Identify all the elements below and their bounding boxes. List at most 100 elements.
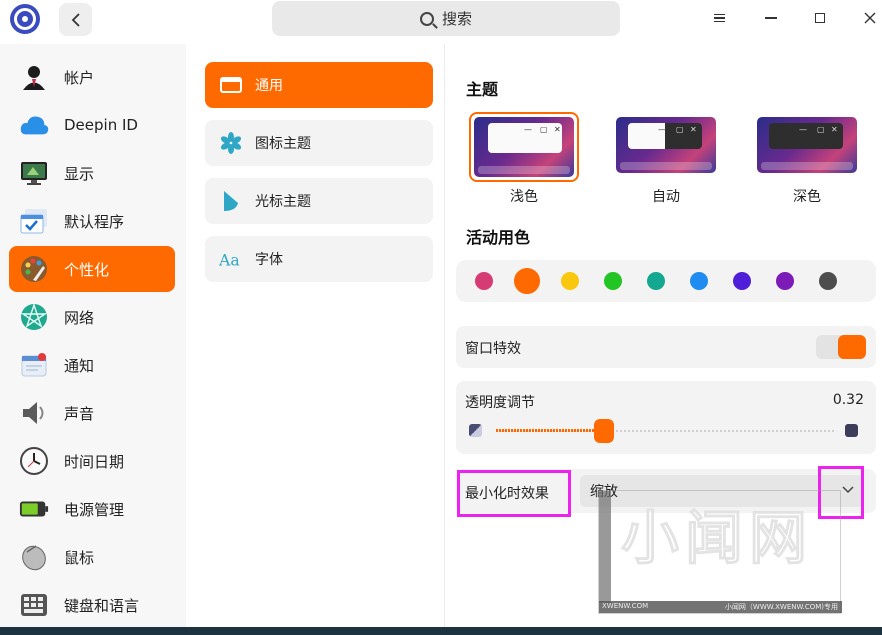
slider-fill: [496, 429, 605, 432]
cursor-icon: [219, 189, 243, 213]
minimize-effect-select[interactable]: 缩放: [580, 475, 864, 507]
sidebar-item-personalization[interactable]: 个性化: [9, 246, 175, 292]
theme-card-auto[interactable]: — ▢ ✕: [616, 117, 716, 173]
sidebar-item-label: 个性化: [64, 260, 110, 279]
display-icon: [19, 158, 49, 188]
submenu-item-font[interactable]: Aa 字体: [205, 236, 433, 282]
sidebar-item-label: 网络: [64, 308, 95, 327]
icon-theme-icon: [219, 131, 243, 155]
sidebar-item-default-apps[interactable]: 默认程序: [9, 198, 175, 244]
account-icon: [19, 62, 49, 92]
sidebar-item-label: 声音: [64, 404, 95, 423]
transparency-low-icon: [469, 424, 482, 437]
submenu-item-label: 通用: [255, 78, 283, 94]
sidebar-item-datetime[interactable]: 时间日期: [9, 438, 175, 484]
sidebar-item-label: 默认程序: [64, 212, 125, 231]
sidebar-item-label: 帐户: [64, 68, 95, 87]
transparency-high-icon: [845, 424, 858, 437]
sidebar-item-label: 键盘和语言: [64, 596, 140, 615]
clock-icon: [19, 446, 49, 476]
accent-swatch[interactable]: [604, 272, 622, 290]
sidebar: 帐户 Deepin ID 显示 默认程序 个性化 网络 通知 声音 时间日期 电…: [0, 44, 186, 627]
minimize-effect-label: 最小化时效果: [465, 486, 549, 502]
search-placeholder: 搜索: [441, 10, 472, 28]
accent-swatch[interactable]: [690, 272, 708, 290]
submenu-item-cursor-theme[interactable]: 光标主题: [205, 178, 433, 224]
submenu-item-general[interactable]: 通用: [205, 62, 433, 108]
accent-swatch[interactable]: [647, 272, 665, 290]
network-icon: [19, 302, 49, 332]
theme-card-light[interactable]: — ▢ ✕: [469, 112, 579, 182]
transparency-row: 透明度调节 0.32: [456, 381, 876, 454]
sidebar-item-label: 鼠标: [64, 548, 95, 567]
accent-swatch[interactable]: [475, 272, 493, 290]
accent-swatch[interactable]: [776, 272, 794, 290]
accent-color-row: [456, 260, 876, 302]
close-button[interactable]: [856, 4, 882, 32]
back-button[interactable]: [59, 3, 92, 36]
personalization-icon: [19, 254, 49, 284]
theme-preview-light: — ▢ ✕: [474, 117, 574, 177]
slider-thumb[interactable]: [594, 419, 615, 443]
submenu-item-label: 字体: [255, 252, 283, 268]
menu-icon[interactable]: [705, 4, 733, 32]
font-icon: Aa: [219, 247, 243, 271]
notification-icon: [19, 350, 49, 380]
keyboard-icon: [19, 590, 49, 620]
window-effects-label: 窗口特效: [465, 341, 521, 357]
transparency-label: 透明度调节: [465, 395, 535, 411]
window-effects-toggle[interactable]: [816, 335, 866, 359]
theme-preview-auto: — ▢ ✕: [616, 117, 716, 173]
sidebar-item-deepin-id[interactable]: Deepin ID: [9, 102, 175, 148]
sidebar-item-display[interactable]: 显示: [9, 150, 175, 196]
window-icon: [219, 73, 243, 97]
theme-label-light: 浅色: [510, 189, 538, 205]
accent-swatch[interactable]: [561, 272, 579, 290]
svg-text:Aa: Aa: [219, 250, 240, 269]
default-apps-icon: [19, 206, 49, 236]
sidebar-item-mouse[interactable]: 鼠标: [9, 534, 175, 580]
battery-icon: [19, 494, 49, 524]
submenu-item-label: 图标主题: [255, 136, 311, 152]
submenu-item-icon-theme[interactable]: 图标主题: [205, 120, 433, 166]
window-effects-row: 窗口特效: [456, 326, 876, 368]
accent-swatch[interactable]: [514, 268, 540, 294]
theme-preview-dark: — ▢ ✕: [757, 117, 857, 173]
close-icon: [864, 12, 876, 24]
search-input[interactable]: 搜索: [272, 1, 620, 36]
chevron-left-icon: [71, 12, 80, 27]
sidebar-item-label: 通知: [64, 356, 95, 375]
transparency-slider[interactable]: [496, 419, 834, 443]
accent-swatch[interactable]: [819, 272, 837, 290]
sidebar-item-account[interactable]: 帐户: [9, 54, 175, 100]
sidebar-item-notification[interactable]: 通知: [9, 342, 175, 388]
theme-card-dark[interactable]: — ▢ ✕: [757, 117, 857, 173]
accent-section-title: 活动用色: [466, 228, 531, 247]
search-icon: [419, 11, 434, 26]
mouse-icon: [19, 542, 49, 572]
submenu-item-label: 光标主题: [255, 194, 311, 210]
theme-label-dark: 深色: [793, 189, 821, 205]
titlebar: 搜索: [0, 0, 882, 44]
sidebar-item-network[interactable]: 网络: [9, 294, 175, 340]
transparency-value: 0.32: [832, 392, 864, 408]
main-content: 主题 —▢✕ 浅色 —▢✕ 自动 —▢✕ 深色 活动用色 窗口特效: [446, 44, 882, 627]
minimize-effect-row: 最小化时效果 缩放: [456, 469, 876, 513]
sound-icon: [19, 398, 49, 428]
minimize-icon: [765, 17, 777, 19]
submenu-panel: 通用 图标主题 光标主题 Aa 字体: [193, 44, 445, 627]
minimize-effect-value: 缩放: [590, 484, 618, 500]
settings-window: 搜索 帐户 Deepin ID 显示 默认程序 个性化 网络 通知 声音 时间日…: [0, 0, 882, 627]
sidebar-item-keyboard[interactable]: 键盘和语言: [9, 582, 175, 627]
cloud-icon: [19, 110, 49, 140]
accent-swatch[interactable]: [733, 272, 751, 290]
sidebar-item-label: Deepin ID: [64, 116, 138, 134]
maximize-button[interactable]: [806, 4, 834, 32]
minimize-button[interactable]: [757, 4, 785, 32]
maximize-icon: [815, 13, 825, 23]
sidebar-item-power[interactable]: 电源管理: [9, 486, 175, 532]
chevron-down-icon: [842, 482, 854, 498]
app-logo-icon: [10, 4, 40, 34]
sidebar-item-label: 显示: [64, 164, 95, 183]
sidebar-item-sound[interactable]: 声音: [9, 390, 175, 436]
